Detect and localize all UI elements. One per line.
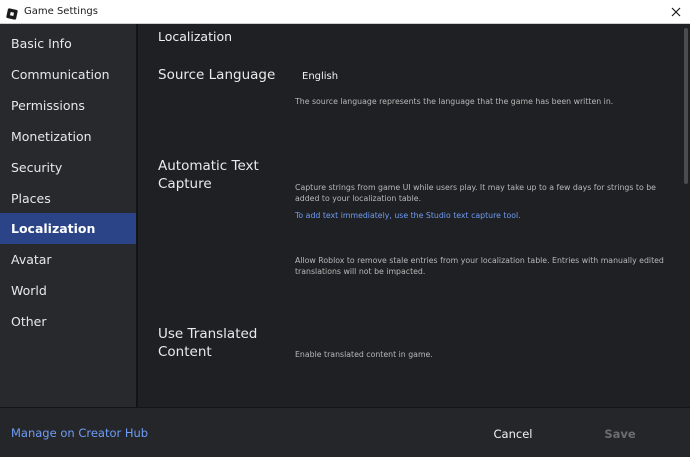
automatic-text-capture-title: Automatic Text Capture	[158, 158, 259, 192]
studio-text-capture-link[interactable]: To add text immediately, use the Studio …	[295, 211, 521, 220]
stale-entries-description: Allow Roblox to remove stale entries fro…	[295, 256, 664, 276]
sidebar-item-localization[interactable]: Localization	[0, 213, 136, 244]
sidebar-item-other[interactable]: Other	[0, 306, 136, 337]
source-language-dropdown[interactable]: English	[302, 71, 338, 82]
save-button[interactable]: Save	[578, 418, 662, 448]
vertical-scrollbar[interactable]	[684, 28, 688, 184]
localization-panel: Localization Source Language English The…	[138, 24, 690, 407]
window-title-bar: Game Settings	[0, 0, 690, 24]
sidebar-item-monetization[interactable]: Monetization	[0, 121, 136, 152]
sidebar-item-security[interactable]: Security	[0, 152, 136, 183]
cancel-button[interactable]: Cancel	[471, 418, 555, 448]
sidebar-item-avatar[interactable]: Avatar	[0, 244, 136, 275]
close-icon[interactable]	[666, 2, 686, 22]
sidebar-item-basic-info[interactable]: Basic Info	[0, 28, 136, 59]
sidebar-item-world[interactable]: World	[0, 275, 136, 306]
settings-sidebar: Basic Info Communication Permissions Mon…	[0, 24, 138, 407]
sidebar-item-communication[interactable]: Communication	[0, 59, 136, 90]
sidebar-item-permissions[interactable]: Permissions	[0, 90, 136, 121]
roblox-studio-icon	[6, 5, 18, 20]
dialog-footer: Manage on Creator Hub Cancel Save	[0, 407, 690, 457]
automatic-text-capture-description: Capture strings from game UI while users…	[295, 183, 656, 203]
source-language-title: Source Language	[158, 67, 276, 83]
sidebar-item-places[interactable]: Places	[0, 183, 136, 214]
translated-content-description: Enable translated content in game.	[295, 350, 433, 359]
use-translated-content-title: Use Translated Content	[158, 326, 258, 360]
window-title: Game Settings	[24, 6, 98, 17]
page-title: Localization	[158, 29, 233, 44]
source-language-description: The source language represents the langu…	[295, 97, 614, 106]
manage-on-creator-hub-link[interactable]: Manage on Creator Hub	[11, 426, 148, 440]
